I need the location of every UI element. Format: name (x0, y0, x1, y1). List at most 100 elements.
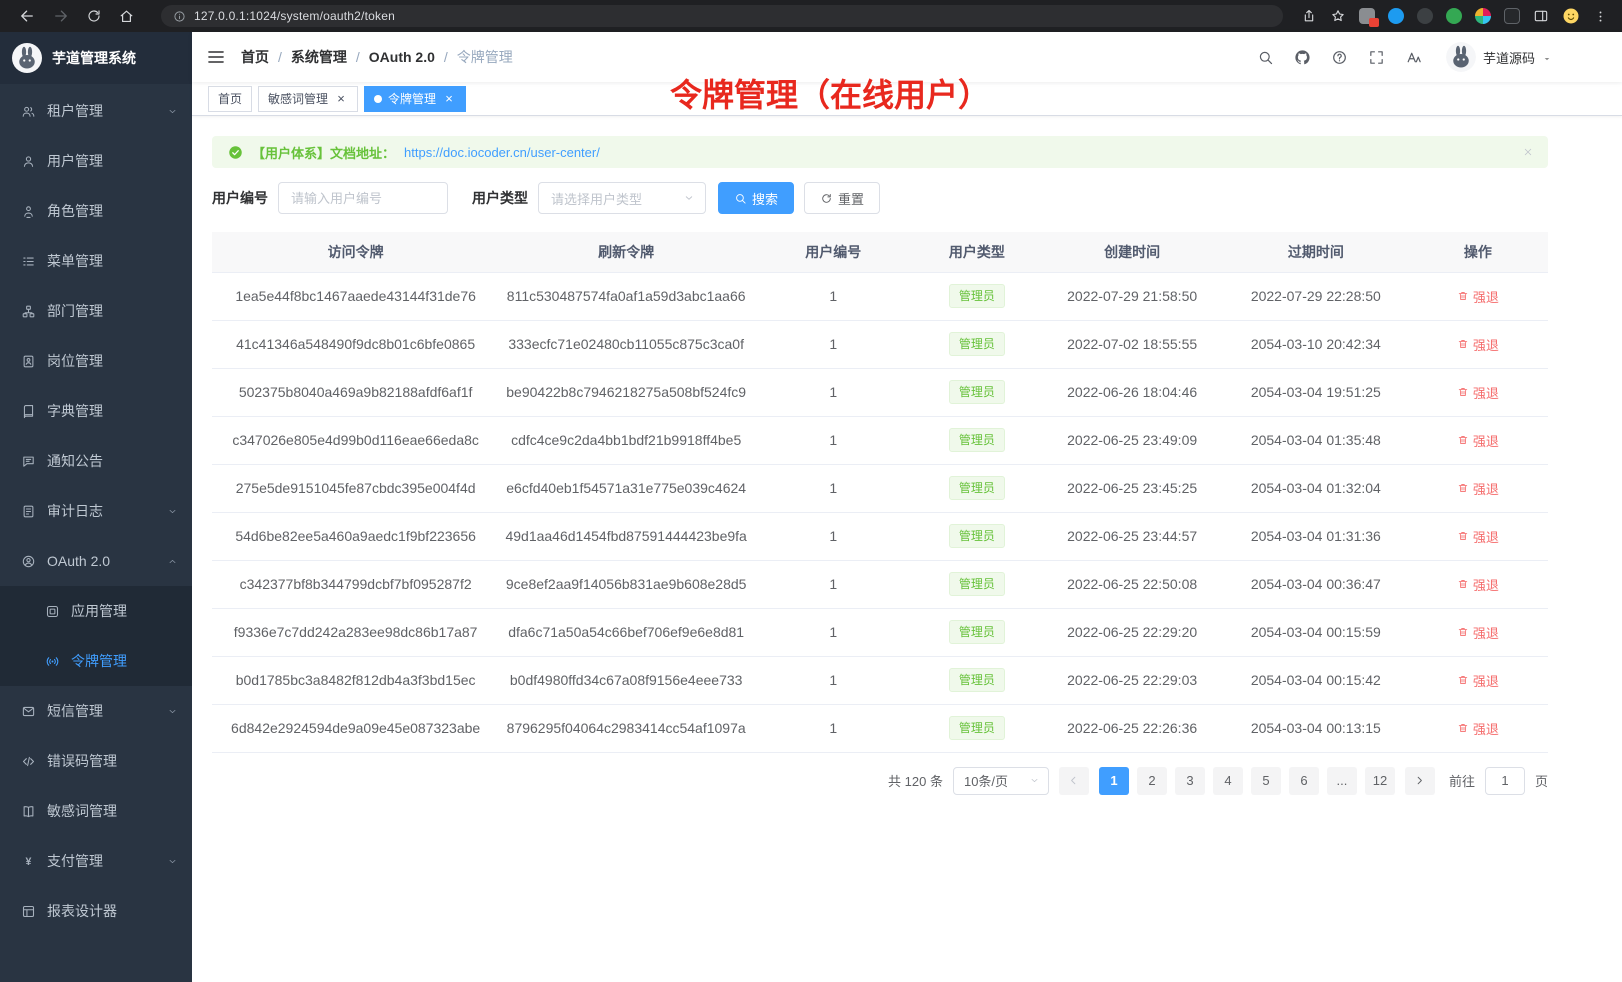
sidebar-item-post[interactable]: 岗位管理 (0, 336, 192, 386)
sidebar-item-label: 租户管理 (47, 101, 103, 121)
sidebar-item-label: 通知公告 (47, 451, 103, 471)
pay-icon: ¥ (21, 854, 36, 869)
alert-doc-link[interactable]: https://doc.iocoder.cn/user-center/ (404, 145, 600, 160)
sidebar-item-menu[interactable]: 菜单管理 (0, 236, 192, 286)
sidebar-item-dict[interactable]: 字典管理 (0, 386, 192, 436)
extension-green-icon[interactable] (1446, 8, 1462, 24)
close-icon[interactable]: × (442, 92, 456, 106)
app-icon (45, 604, 60, 619)
sidebar-item-sms[interactable]: 短信管理 (0, 686, 192, 736)
user-id-cell: 1 (753, 512, 913, 560)
expires-at-cell: 2054-03-04 00:15:59 (1224, 608, 1408, 656)
sidebar-item-notice[interactable]: 通知公告 (0, 436, 192, 486)
extension-blue-icon[interactable] (1388, 8, 1404, 24)
site-info-icon[interactable] (173, 10, 186, 23)
sidebar-item-user[interactable]: 用户管理 (0, 136, 192, 186)
prev-page-button[interactable] (1059, 767, 1089, 795)
refresh-token-cell: be90422b8c7946218275a508bf524fc9 (499, 368, 753, 416)
sidebar-item-error-code[interactable]: 错误码管理 (0, 736, 192, 786)
extension-colorful-icon[interactable] (1475, 8, 1491, 24)
page-button[interactable]: 3 (1175, 767, 1205, 795)
sidebar-item-tenant[interactable]: 租户管理 (0, 86, 192, 136)
user-menu[interactable]: 芋道源码 (1446, 42, 1552, 72)
page-button[interactable]: 4 (1213, 767, 1243, 795)
extension-badged-icon[interactable] (1359, 8, 1375, 24)
refresh-token-cell: 8796295f04064c2983414cc54af1097a (499, 704, 753, 752)
sidebar-panel-icon[interactable] (1533, 8, 1549, 24)
table-row: 1ea5e44f8bc1467aaede43144f31de76 811c530… (212, 272, 1548, 320)
sidebar-item-label: 支付管理 (47, 851, 103, 871)
page-button[interactable]: 2 (1137, 767, 1167, 795)
browser-back-icon[interactable] (18, 7, 36, 25)
next-page-button[interactable] (1405, 767, 1435, 795)
browser-profile-avatar[interactable] (1562, 7, 1580, 25)
expires-at-cell: 2054-03-04 19:51:25 (1224, 368, 1408, 416)
github-icon[interactable] (1294, 49, 1311, 66)
close-icon[interactable]: × (334, 92, 348, 106)
font-size-icon[interactable] (1405, 49, 1422, 66)
user-id-label: 用户编号 (212, 188, 268, 208)
search-icon[interactable] (1257, 49, 1274, 66)
browser-chrome: 127.0.0.1:1024/system/oauth2/token (0, 0, 1622, 32)
browser-reload-icon[interactable] (86, 8, 102, 24)
reset-button[interactable]: 重置 (804, 182, 880, 214)
sidebar-item-oauth2[interactable]: OAuth 2.0 (0, 536, 192, 586)
force-logout-button[interactable]: 强退 (1457, 335, 1499, 354)
menu-collapse-icon[interactable] (206, 47, 226, 67)
user-id-cell: 1 (753, 608, 913, 656)
sidebar-item-report-designer[interactable]: 报表设计器 (0, 886, 192, 936)
help-icon[interactable] (1331, 49, 1348, 66)
force-logout-button[interactable]: 强退 (1457, 431, 1499, 450)
force-logout-button[interactable]: 强退 (1457, 575, 1499, 594)
tab-sensitive-word[interactable]: 敏感词管理 × (258, 86, 358, 112)
force-logout-button[interactable]: 强退 (1457, 287, 1499, 306)
force-logout-button[interactable]: 强退 (1457, 479, 1499, 498)
user-id-input[interactable] (278, 182, 448, 214)
sidebar-item-oauth2-app[interactable]: 应用管理 (0, 586, 192, 636)
breadcrumb-item[interactable]: OAuth 2.0 (369, 49, 435, 65)
force-logout-button[interactable]: 强退 (1457, 671, 1499, 690)
share-icon[interactable] (1301, 8, 1317, 24)
force-logout-button[interactable]: 强退 (1457, 527, 1499, 546)
sidebar-item-audit-log[interactable]: 审计日志 (0, 486, 192, 536)
tab-token[interactable]: 令牌管理 × (364, 86, 466, 112)
goto-page-input[interactable] (1485, 767, 1525, 795)
filter-form: 用户编号 用户类型 请选择用户类型 搜索 重置 (212, 182, 1548, 214)
user-type-cell: 管理员 (913, 272, 1040, 320)
page-button[interactable]: 1 (1099, 767, 1129, 795)
sidebar-item-role[interactable]: 角色管理 (0, 186, 192, 236)
force-logout-button[interactable]: 强退 (1457, 383, 1499, 402)
more-menu-icon[interactable] (1593, 9, 1608, 24)
bookmark-star-icon[interactable] (1330, 8, 1346, 24)
table-row: c347026e805e4d99b0d116eae66eda8c cdfc4ce… (212, 416, 1548, 464)
user-type-select[interactable]: 请选择用户类型 (538, 182, 706, 214)
users-icon (21, 104, 36, 119)
browser-url-bar[interactable]: 127.0.0.1:1024/system/oauth2/token (161, 5, 1283, 27)
user-id-cell: 1 (753, 368, 913, 416)
alert-close-icon[interactable] (1522, 146, 1534, 158)
user-name: 芋道源码 (1483, 48, 1535, 67)
sidebar-item-pay[interactable]: ¥ 支付管理 (0, 836, 192, 886)
page-size-select[interactable]: 10条/页 (953, 767, 1049, 795)
tab-home[interactable]: 首页 (208, 86, 252, 112)
fullscreen-icon[interactable] (1368, 49, 1385, 66)
breadcrumb-item[interactable]: 系统管理 (291, 47, 347, 67)
sidebar-item-oauth2-token[interactable]: 令牌管理 (0, 636, 192, 686)
breadcrumb-item[interactable]: 首页 (241, 47, 269, 67)
sidebar-item-sensitive-word[interactable]: 敏感词管理 (0, 786, 192, 836)
sidebar-item-dept[interactable]: 部门管理 (0, 286, 192, 336)
page-button[interactable]: 6 (1289, 767, 1319, 795)
browser-home-icon[interactable] (118, 8, 135, 25)
app-logo[interactable]: 芋道管理系统 (0, 32, 192, 84)
page-button[interactable]: 5 (1251, 767, 1281, 795)
force-logout-button[interactable]: 强退 (1457, 719, 1499, 738)
search-button[interactable]: 搜索 (718, 182, 794, 214)
page-ellipsis-button[interactable]: ... (1327, 767, 1357, 795)
page-button[interactable]: 12 (1365, 767, 1395, 795)
token-table: 访问令牌刷新令牌用户编号用户类型创建时间过期时间操作 1ea5e44f8bc14… (212, 232, 1548, 753)
force-logout-button[interactable]: 强退 (1457, 623, 1499, 642)
browser-forward-icon[interactable] (52, 7, 70, 25)
extension-dark-icon[interactable] (1417, 8, 1433, 24)
extension-puzzle-icon[interactable] (1504, 8, 1520, 24)
menu-list-icon (21, 254, 36, 269)
